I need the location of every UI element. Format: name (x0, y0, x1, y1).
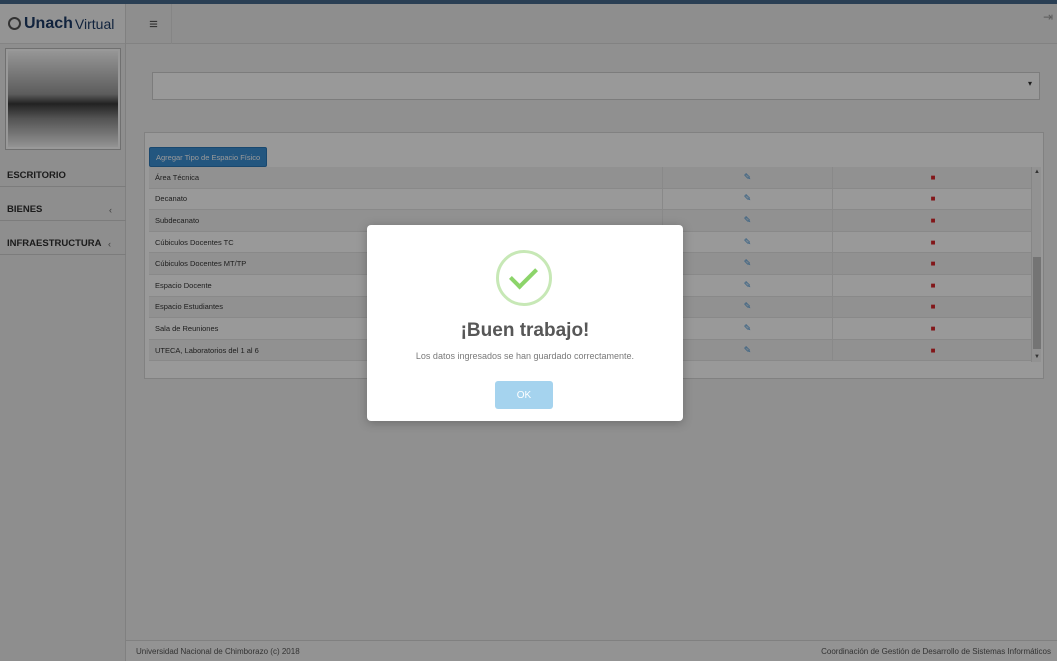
dialog-message: Los datos ingresados se han guardado cor… (415, 351, 635, 361)
checkmark-icon (509, 260, 538, 290)
ok-button[interactable]: OK (495, 381, 553, 409)
dialog-title: ¡Buen trabajo! (460, 320, 590, 341)
success-dialog: ¡Buen trabajo! Los datos ingresados se h… (367, 225, 683, 421)
success-check-icon (496, 250, 552, 306)
